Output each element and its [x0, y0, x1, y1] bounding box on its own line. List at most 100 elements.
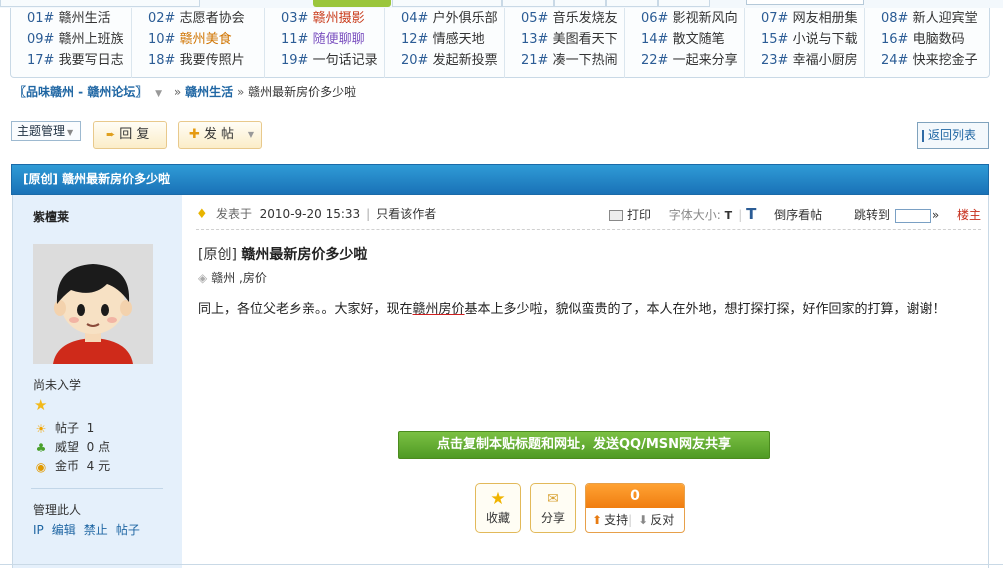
board-link[interactable]: 19# 一句话记录	[265, 50, 384, 71]
breadcrumb-separator: »	[236, 85, 245, 99]
back-to-list-button[interactable]: 返回列表	[917, 122, 989, 149]
board-label: 发起新投票	[432, 53, 498, 68]
board-column: 06# 影视新风向 14# 散文随笔 22# 一起来分享	[624, 8, 744, 78]
envelope-icon: ✉	[547, 491, 559, 507]
author-name[interactable]: 紫檀莱	[33, 208, 69, 225]
support-button[interactable]: ⬆ 支持	[592, 513, 628, 527]
board-column: 04# 户外俱乐部 12# 情感天地 20# 发起新投票	[384, 8, 504, 78]
breadcrumb-forum[interactable]: 〖品味赣州 - 赣州论坛〗	[14, 85, 147, 99]
board-label: 户外俱乐部	[432, 11, 498, 26]
board-number: 11#	[281, 32, 309, 47]
board-label: 电脑数码	[912, 32, 965, 47]
board-link[interactable]: 03# 赣州摄影	[265, 8, 384, 29]
board-column: 02# 志愿者协会 10# 赣州美食 18# 我要传照片	[131, 8, 264, 78]
top-tab[interactable]	[606, 0, 658, 7]
manage-edit-link[interactable]: 编辑	[52, 523, 76, 537]
board-link[interactable]: 05# 音乐发烧友	[505, 8, 624, 29]
oppose-button[interactable]: ⬇ 反对	[632, 513, 674, 527]
favorite-button[interactable]: ★ 收藏	[475, 483, 521, 533]
board-link[interactable]: 06# 影视新风向	[625, 8, 744, 29]
font-large-button[interactable]: T	[746, 205, 756, 223]
board-link[interactable]: 01# 赣州生活	[11, 8, 131, 29]
font-small-button[interactable]: T	[725, 209, 733, 222]
board-link[interactable]: 18# 我要传照片	[132, 50, 264, 71]
print-button[interactable]: 打印	[608, 205, 651, 225]
meta-separator: |	[366, 207, 371, 221]
lightbulb-icon: ♦	[196, 207, 208, 222]
board-link[interactable]: 08# 新人迎宾堂	[865, 8, 991, 29]
board-link[interactable]: 07# 网友相册集	[745, 8, 864, 29]
board-link[interactable]: 14# 散文随笔	[625, 29, 744, 50]
manage-posts-link[interactable]: 帖子	[116, 523, 140, 537]
board-label: 志愿者协会	[179, 11, 245, 26]
jump-floor-input[interactable]	[894, 208, 931, 223]
share-label: 分享	[540, 511, 565, 525]
board-label: 情感天地	[432, 32, 485, 47]
post-body-text: 同上，各位父老乡亲。。大家好，现在	[198, 302, 413, 317]
board-label: 音乐发烧友	[552, 11, 618, 26]
board-link[interactable]: 20# 发起新投票	[385, 50, 504, 71]
post-tags-text[interactable]: 赣州 ,房价	[211, 271, 267, 285]
board-column: 01# 赣州生活 09# 赣州上班族 17# 我要写日志	[11, 8, 131, 78]
board-link[interactable]: 17# 我要写日志	[11, 50, 131, 71]
post-keyword-link[interactable]: 赣州房价	[413, 302, 465, 317]
board-link[interactable]: 04# 户外俱乐部	[385, 8, 504, 29]
star-icon: ★	[490, 489, 506, 509]
thread-title-bar: [原创] 赣州最新房价多少啦	[11, 164, 989, 195]
back-to-list-label: 返回列表	[928, 128, 977, 142]
jump-go-button[interactable]: »	[932, 208, 939, 222]
board-label: 我要写日志	[58, 53, 124, 68]
avatar[interactable]	[33, 244, 153, 364]
top-tab[interactable]	[392, 0, 502, 7]
thread-manage-dropdown[interactable]: 主题管理 ▼	[11, 121, 81, 141]
board-link[interactable]: 12# 情感天地	[385, 29, 504, 50]
breadcrumb-section[interactable]: 赣州生活	[185, 85, 233, 99]
board-label: 随便聊聊	[312, 32, 365, 47]
board-label: 赣州摄影	[312, 11, 365, 26]
board-number: 15#	[761, 32, 789, 47]
only-author-link[interactable]: 只看该作者	[376, 207, 436, 221]
board-link[interactable]: 13# 美图看天下	[505, 29, 624, 50]
board-number: 24#	[881, 53, 909, 68]
chevron-down-icon[interactable]: ▼	[155, 89, 162, 99]
board-link[interactable]: 09# 赣州上班族	[11, 29, 131, 50]
top-tab[interactable]	[658, 0, 710, 7]
board-link[interactable]: 10# 赣州美食	[132, 29, 264, 50]
post-title-prefix: [原创]	[198, 247, 237, 263]
board-label: 一起来分享	[672, 53, 738, 68]
share-button[interactable]: ✉ 分享	[530, 483, 576, 533]
board-label: 小说与下载	[792, 32, 858, 47]
floor-label: 楼主	[956, 208, 981, 222]
chevron-down-icon[interactable]: ▼	[248, 122, 254, 148]
board-link[interactable]: 23# 幸福小厨房	[745, 50, 864, 71]
reply-button[interactable]: ➨ 回 复	[93, 121, 167, 149]
vote-buttons: ⬆ 支持| ⬇ 反对	[586, 508, 684, 532]
board-column: 08# 新人迎宾堂 16# 电脑数码 24# 快来挖金子	[864, 8, 991, 78]
reverse-order-link[interactable]: 倒序看帖	[774, 205, 822, 225]
top-tab[interactable]	[554, 0, 606, 7]
author-prestige: ♣ 威望 0 点	[33, 438, 111, 456]
copy-share-button[interactable]: 点击复制本贴标题和网址，发送QQ/MSN网友共享	[398, 431, 770, 459]
board-column: 07# 网友相册集 15# 小说与下载 23# 幸福小厨房	[744, 8, 864, 78]
board-link[interactable]: 11# 随便聊聊	[265, 29, 384, 50]
sidebar-divider	[31, 488, 163, 489]
board-label: 我要传照片	[179, 53, 245, 68]
manage-ban-link[interactable]: 禁止	[84, 523, 108, 537]
font-separator: |	[738, 208, 743, 222]
post-tags: ◈ 赣州 ,房价	[198, 269, 267, 286]
post-body-text: 基本上多少啦，貌似蛮贵的了，本人在外地，想打探打探，好作回家的打算，谢谢！	[464, 302, 946, 317]
manage-ip-link[interactable]: IP	[33, 523, 44, 537]
thread-manage-label: 主题管理	[17, 124, 66, 138]
board-link[interactable]: 16# 电脑数码	[865, 29, 991, 50]
new-post-button[interactable]: ✚ 发 帖 ▼	[178, 121, 262, 149]
board-link[interactable]: 22# 一起来分享	[625, 50, 744, 71]
board-link[interactable]: 02# 志愿者协会	[132, 8, 264, 29]
top-search-input[interactable]	[746, 0, 864, 5]
board-link[interactable]: 24# 快来挖金子	[865, 50, 991, 71]
top-tab[interactable]	[502, 0, 554, 7]
board-link[interactable]: 21# 凑一下热闹	[505, 50, 624, 71]
active-top-tab[interactable]	[313, 0, 391, 7]
plus-icon: ✚	[189, 127, 200, 142]
board-link[interactable]: 15# 小说与下载	[745, 29, 864, 50]
manage-user-label: 管理此人	[33, 503, 82, 517]
